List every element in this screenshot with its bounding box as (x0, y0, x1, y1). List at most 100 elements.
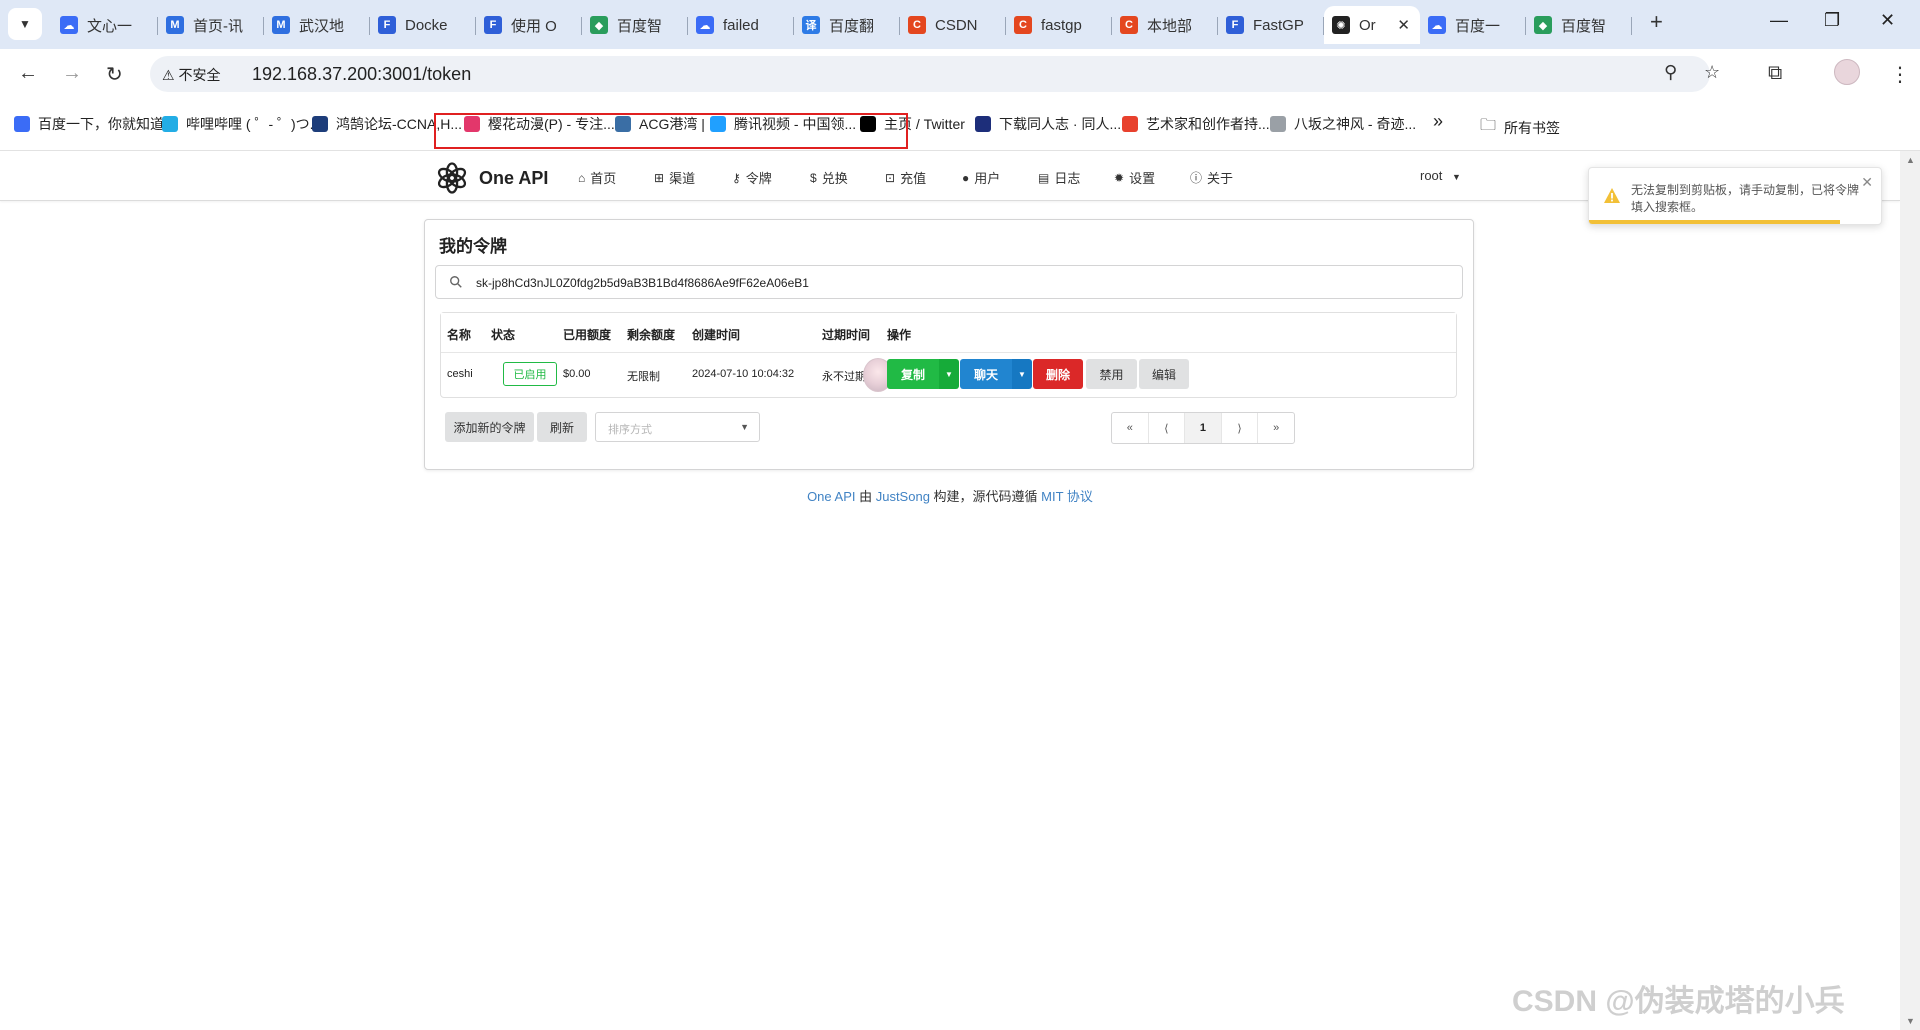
menu-kebab-icon[interactable]: ⋮ (1890, 62, 1910, 87)
footer-brand-link[interactable]: One API (807, 489, 855, 504)
brand[interactable]: One API (435, 161, 548, 195)
page-content: One API ⌂ 首页 ⊞ 渠道 ⚷ 令牌 $ 兑换 ⊡ 充值 ● 用户 ▤ 日志 ✹ 设置 ⓘ 关于 root… (0, 151, 1900, 1030)
tab-close-icon[interactable]: ✕ (1397, 16, 1410, 34)
all-bookmarks-button[interactable]: 🗀 所有书签 (1480, 114, 1560, 141)
column-header[interactable]: 名称 (447, 326, 471, 343)
back-button[interactable]: ← (18, 62, 38, 85)
scroll-down-icon[interactable]: ▼ (1906, 1016, 1915, 1026)
browser-tab[interactable]: ☁ 百度一 (1420, 6, 1526, 44)
last-page-button[interactable]: » (1258, 413, 1294, 443)
browser-tab[interactable]: F 使用 O (476, 6, 582, 44)
column-header[interactable]: 剩余额度 (627, 326, 675, 343)
user-menu[interactable]: root ▼ (1420, 168, 1461, 183)
column-header[interactable]: 过期时间 (822, 326, 870, 343)
browser-tab[interactable]: Cfastgp (1006, 6, 1112, 44)
omnibox[interactable]: ⚠ 不安全 192.168.37.200:3001/token ⚲ ☆ (150, 56, 1720, 92)
edit-button[interactable]: 编辑 (1139, 359, 1189, 389)
nav-item-gear[interactable]: ✹ 设置 (1114, 168, 1155, 187)
bookmark-item[interactable]: 八坂之神风 - 奇迹... (1270, 114, 1416, 134)
tab-search-button[interactable]: ▼ (8, 8, 42, 40)
browser-tab[interactable]: ◆ 百度智 (1526, 6, 1632, 44)
browser-tab[interactable]: F FastGP (1218, 6, 1324, 44)
tab-favicon-icon: F (1226, 16, 1244, 34)
nav-item-key[interactable]: ⚷ 令牌 (732, 168, 772, 187)
sort-select[interactable]: 排序方式 ▼ (595, 412, 760, 442)
footer-license-link[interactable]: MIT 协议 (1041, 489, 1093, 504)
close-window-button[interactable]: ✕ (1880, 10, 1895, 31)
browser-tab[interactable]: ☁ failed (688, 6, 794, 44)
column-header[interactable]: 创建时间 (692, 326, 740, 343)
delete-button[interactable]: 删除 (1033, 359, 1083, 389)
add-token-button[interactable]: 添加新的令牌 (445, 412, 534, 442)
sort-placeholder: 排序方式 (608, 424, 652, 436)
insecure-indicator[interactable]: ⚠ 不安全 (162, 65, 220, 85)
browser-tab[interactable]: C 本地部 (1112, 6, 1218, 44)
new-tab-button[interactable]: + (1650, 9, 1663, 35)
first-page-button[interactable]: « (1112, 413, 1149, 443)
reload-button[interactable]: ↻ (106, 62, 123, 87)
disable-button[interactable]: 禁用 (1086, 359, 1137, 389)
browser-tab[interactable]: C CSDN (900, 6, 1006, 44)
chat-button[interactable]: 聊天 (960, 359, 1012, 389)
browser-tab[interactable]: ☁ 文心一 (52, 6, 158, 44)
created-time: 2024-07-10 10:04:32 (692, 368, 795, 380)
bookmark-favicon-icon (710, 116, 726, 132)
forward-button[interactable]: → (62, 62, 82, 85)
nav-item-user[interactable]: ● 用户 (962, 168, 1000, 187)
bookmark-item[interactable]: 鸿鹄论坛-CCNA,H... (312, 114, 462, 134)
extensions-icon[interactable]: ⧉ (1768, 62, 1782, 85)
bookmark-item[interactable]: 腾讯视频 - 中国领... (710, 114, 856, 134)
search-box[interactable] (435, 265, 1463, 299)
footer-author-link[interactable]: JustSong (876, 489, 930, 504)
browser-tab[interactable]: 译百度翻 (794, 6, 900, 44)
bookmark-item[interactable]: 百度一下，你就知道 (14, 114, 164, 134)
column-header[interactable]: 状态 (491, 326, 515, 343)
restore-button[interactable]: ❐ (1824, 10, 1840, 31)
search-input[interactable] (476, 273, 1376, 293)
page-footer: One API 由 JustSong 构建，源代码遵循 MIT 协议 (0, 486, 1900, 505)
close-icon[interactable]: ✕ (1861, 174, 1873, 191)
browser-tab[interactable]: F Docke (370, 6, 476, 44)
nav-item-cart[interactable]: ⊡ 充值 (885, 168, 926, 187)
bookmark-item[interactable]: 下载同人志 · 同人... (975, 114, 1121, 134)
refresh-button[interactable]: 刷新 (537, 412, 587, 442)
browser-tab[interactable]: M 首页-讯 (158, 6, 264, 44)
profile-avatar[interactable] (1834, 59, 1860, 85)
column-header[interactable]: 已用额度 (563, 326, 611, 343)
url-text[interactable]: 192.168.37.200:3001/token (252, 64, 471, 85)
copy-dropdown-button[interactable]: ▼ (939, 359, 959, 389)
copy-button[interactable]: 复制 (887, 359, 939, 389)
scroll-up-icon[interactable]: ▲ (1906, 155, 1915, 165)
browser-tab-bar: ▼ ☁ 文心一 M 首页-讯 M 武汉地 F Docke F 使用 O ◆ 百度智 ☁ failed 译百度… (0, 0, 1920, 49)
prev-page-button[interactable]: ⟨ (1149, 413, 1186, 443)
page-scrollbar[interactable]: ▲ ▼ (1900, 151, 1920, 1030)
footer-text: 由 (855, 489, 876, 504)
bookmarks-overflow-button[interactable]: » (1433, 111, 1443, 132)
tab-favicon-icon: ☁ (60, 16, 78, 34)
browser-tab[interactable]: M 武汉地 (264, 6, 370, 44)
nav-item-book[interactable]: ▤ 日志 (1038, 168, 1080, 187)
tab-favicon-icon: 译 (802, 16, 820, 34)
nav-item-sitemap[interactable]: ⊞ 渠道 (654, 168, 695, 187)
bookmark-item[interactable]: 艺术家和创作者持... (1122, 114, 1270, 134)
zoom-icon[interactable]: ⚲ (1664, 62, 1677, 83)
bookmark-label: ACG港湾 | (639, 116, 705, 132)
book-icon: ▤ (1038, 170, 1050, 185)
bookmark-star-icon[interactable]: ☆ (1704, 62, 1720, 83)
chat-dropdown-button[interactable]: ▼ (1012, 359, 1032, 389)
bookmark-favicon-icon (464, 116, 480, 132)
page-1-button[interactable]: 1 (1185, 413, 1222, 443)
nav-label: 日志 (1054, 171, 1081, 186)
bookmark-item[interactable]: 哔哩哔哩 ( ゜- ゜)つ... (162, 114, 321, 134)
bookmark-item[interactable]: 樱花动漫(P) - 专注... (464, 114, 615, 134)
browser-tab[interactable]: ◆ 百度智 (582, 6, 688, 44)
toast-progress-bar (1589, 220, 1841, 224)
next-page-button[interactable]: ⟩ (1222, 413, 1259, 443)
nav-item-info[interactable]: ⓘ 关于 (1190, 168, 1233, 187)
nav-item-home[interactable]: ⌂ 首页 (578, 168, 616, 187)
nav-item-dollar[interactable]: $ 兑换 (810, 168, 848, 187)
bookmark-item[interactable]: ACG港湾 | (615, 114, 705, 134)
browser-tab[interactable]: ✺ Or ✕ (1324, 6, 1420, 44)
bookmark-item[interactable]: 主页 / Twitter (860, 114, 965, 134)
minimize-button[interactable]: — (1770, 10, 1788, 31)
